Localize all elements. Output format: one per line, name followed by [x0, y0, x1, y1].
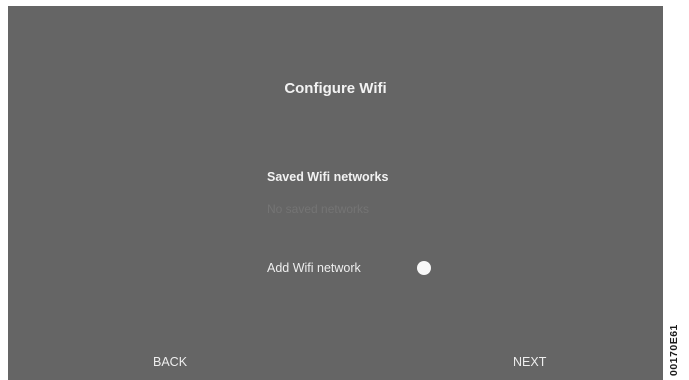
figure-frame: Configure Wifi Saved Wifi networks No sa… — [0, 0, 689, 380]
no-saved-networks-text: No saved networks — [267, 202, 370, 216]
saved-networks-heading: Saved Wifi networks — [267, 170, 389, 184]
page-title: Configure Wifi — [284, 80, 387, 97]
next-button[interactable]: NEXT — [513, 355, 546, 369]
add-wifi-toggle[interactable] — [417, 261, 431, 275]
figure-reference-code: 00170E61 — [668, 324, 680, 376]
configure-wifi-screen: Configure Wifi Saved Wifi networks No sa… — [8, 6, 663, 380]
add-wifi-network-label: Add Wifi network — [267, 261, 361, 275]
add-wifi-network-row[interactable]: Add Wifi network — [267, 259, 437, 279]
back-button[interactable]: BACK — [153, 355, 187, 369]
